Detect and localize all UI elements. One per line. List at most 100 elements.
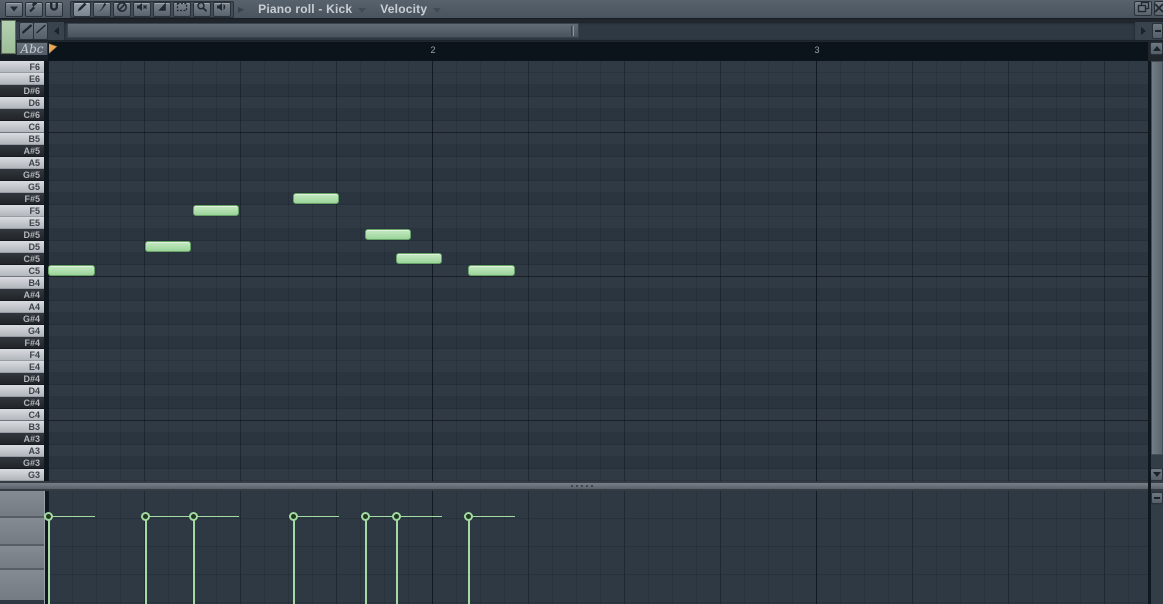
velocity-pane-splitter[interactable] <box>0 481 1163 491</box>
piano-key-F#5[interactable]: F#5 <box>0 193 44 205</box>
piano-key-G5[interactable]: G5 <box>0 181 44 193</box>
title-dropdown-caret[interactable] <box>358 7 367 13</box>
velocity-handle-C5[interactable] <box>464 512 473 521</box>
velocity-handle-F#5[interactable] <box>289 512 298 521</box>
note-C5[interactable] <box>468 265 515 276</box>
target-control-selector[interactable]: Velocity <box>380 2 427 16</box>
velocity-stem-F5[interactable] <box>193 516 195 604</box>
piano-key-F5[interactable]: F5 <box>0 205 44 217</box>
piano-key-C6[interactable]: C6 <box>0 121 44 133</box>
velocity-handle-C#5[interactable] <box>392 512 401 521</box>
zoom-button[interactable] <box>193 1 211 17</box>
piano-key-A5[interactable]: A5 <box>0 157 44 169</box>
velocity-handle-C5[interactable] <box>44 512 53 521</box>
hzoom-button[interactable] <box>1152 23 1163 39</box>
draw-button[interactable] <box>73 1 91 17</box>
delete-button[interactable] <box>113 1 131 17</box>
piano-key-G#5[interactable]: G#5 <box>0 169 44 181</box>
piano-key-D4[interactable]: D4 <box>0 385 44 397</box>
grid-row-E6 <box>48 73 1148 85</box>
timeline-ruler[interactable]: 23 <box>48 42 1148 61</box>
note-C#5[interactable] <box>396 253 442 264</box>
piano-key-D#6[interactable]: D#6 <box>0 85 44 97</box>
piano-key-A#5[interactable]: A#5 <box>0 145 44 157</box>
velocity-stem-F#5[interactable] <box>293 516 295 604</box>
hscroll-thumb[interactable] <box>67 23 579 38</box>
piano-key-E5[interactable]: E5 <box>0 217 44 229</box>
velocity-handle-D#5[interactable] <box>361 512 370 521</box>
playhead-flag-icon[interactable] <box>48 43 59 61</box>
playback-button[interactable] <box>213 0 231 18</box>
piano-key-D#4[interactable]: D#4 <box>0 373 44 385</box>
velocity-pane-menu-button[interactable] <box>1151 492 1163 504</box>
grid-row-D#5 <box>48 229 1148 241</box>
piano-key-A3[interactable]: A3 <box>0 445 44 457</box>
slide-note-button[interactable] <box>19 22 34 40</box>
velocity-stem-D#5[interactable] <box>365 516 367 604</box>
detach-button[interactable] <box>1134 1 1152 16</box>
piano-key-B3[interactable]: B3 <box>0 421 44 433</box>
grid-row-A3 <box>48 445 1148 457</box>
piano-key-C#6[interactable]: C#6 <box>0 109 44 121</box>
velocity-handle-D5[interactable] <box>141 512 150 521</box>
piano-key-E4[interactable]: E4 <box>0 361 44 373</box>
main-menu-button[interactable] <box>5 1 23 17</box>
velocity-stem-C#5[interactable] <box>396 516 398 604</box>
piano-key-B5[interactable]: B5 <box>0 133 44 145</box>
piano-key-F6[interactable]: F6 <box>0 61 44 73</box>
velocity-editor[interactable] <box>44 491 1148 604</box>
velocity-stem-C5[interactable] <box>48 516 50 604</box>
close-button[interactable] <box>1154 1 1163 16</box>
piano-key-G3[interactable]: G3 <box>0 469 44 481</box>
note-D5[interactable] <box>145 241 191 252</box>
down-arrow-icon <box>1152 472 1161 477</box>
piano-key-C4[interactable]: C4 <box>0 409 44 421</box>
piano-key-A4[interactable]: A4 <box>0 301 44 313</box>
speaker-icon <box>216 0 228 18</box>
hscroll-right-arrow[interactable] <box>1136 23 1150 39</box>
piano-key-G#3[interactable]: G#3 <box>0 457 44 469</box>
select-button[interactable] <box>173 1 191 17</box>
velocity-stem-D5[interactable] <box>145 516 147 604</box>
target-control-caret[interactable] <box>433 7 442 13</box>
velocity-handle-F5[interactable] <box>189 512 198 521</box>
window-title[interactable]: Piano roll - Kick <box>258 2 352 16</box>
horizontal-scroll-row <box>0 22 1163 41</box>
keyboard-preview-corner[interactable] <box>1 20 16 54</box>
piano-key-D#5[interactable]: D#5 <box>0 229 44 241</box>
note-grid[interactable] <box>48 61 1148 481</box>
title-collapse-arrow[interactable]: ▶ <box>238 5 244 14</box>
abc-note-labels-button[interactable]: Abc <box>16 42 48 56</box>
piano-key-F4[interactable]: F4 <box>0 349 44 361</box>
snap-button[interactable] <box>45 1 63 17</box>
piano-key-C#4[interactable]: C#4 <box>0 397 44 409</box>
piano-key-G4[interactable]: G4 <box>0 325 44 337</box>
vertical-scrollbar[interactable] <box>1151 61 1163 481</box>
piano-key-D5[interactable]: D5 <box>0 241 44 253</box>
mute-button[interactable] <box>133 1 151 17</box>
piano-key-A#4[interactable]: A#4 <box>0 289 44 301</box>
piano-key-C#5[interactable]: C#5 <box>0 253 44 265</box>
piano-key-C5[interactable]: C5 <box>0 265 44 277</box>
hscroll-left-arrow[interactable] <box>49 23 64 39</box>
velocity-stem-C5[interactable] <box>468 516 470 604</box>
vscroll-thumb[interactable] <box>1151 61 1163 455</box>
portamento-button[interactable] <box>33 22 48 40</box>
note-F#5[interactable] <box>293 193 339 204</box>
note-F5[interactable] <box>193 205 239 216</box>
slice-button[interactable] <box>153 1 171 17</box>
piano-key-F#4[interactable]: F#4 <box>0 337 44 349</box>
note-C5[interactable] <box>48 265 95 276</box>
piano-key-A#3[interactable]: A#3 <box>0 433 44 445</box>
piano-key-D6[interactable]: D6 <box>0 97 44 109</box>
tools-button[interactable] <box>25 1 43 17</box>
vscroll-down-arrow[interactable] <box>1150 468 1163 481</box>
horizontal-scrollbar[interactable] <box>64 22 1135 40</box>
piano-key-E6[interactable]: E6 <box>0 73 44 85</box>
paint-button[interactable] <box>93 1 111 17</box>
vscroll-up-arrow[interactable] <box>1150 42 1163 55</box>
note-D#5[interactable] <box>365 229 411 240</box>
piano-key-G#4[interactable]: G#4 <box>0 313 44 325</box>
grid-row-C#4 <box>48 397 1148 409</box>
piano-key-B4[interactable]: B4 <box>0 277 44 289</box>
